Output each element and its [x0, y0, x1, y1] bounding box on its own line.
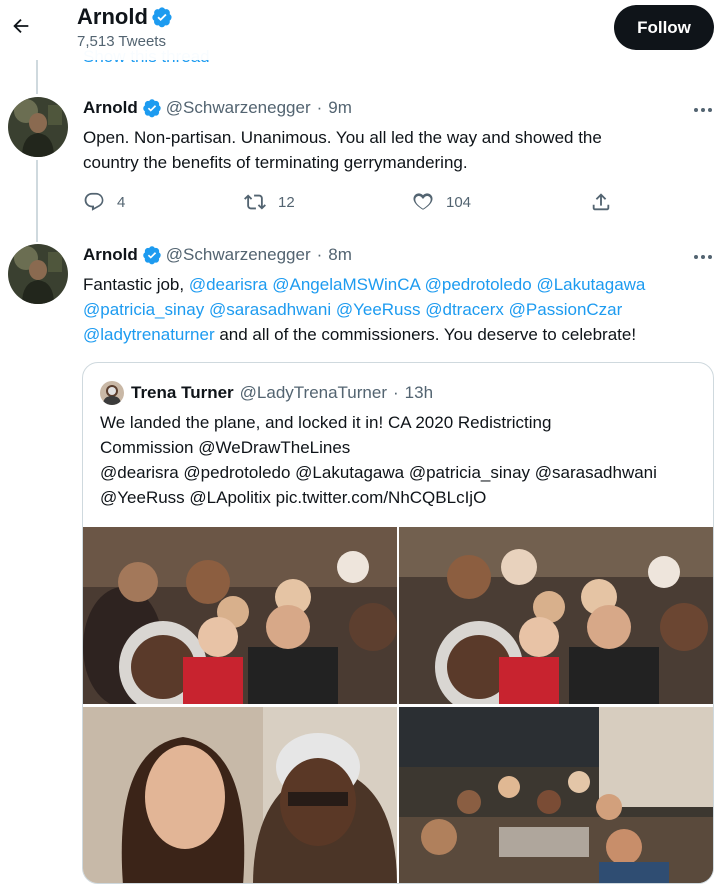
back-button[interactable] — [6, 8, 36, 44]
quoted-avatar — [100, 381, 124, 405]
quoted-tweet[interactable]: Trena Turner @LadyTrenaTurner · 13h We l… — [82, 362, 714, 884]
reply-icon — [84, 192, 104, 211]
tweet-header: Arnold @Schwarzenegger · 8m — [83, 245, 352, 265]
avatar[interactable] — [8, 97, 68, 157]
quoted-tweet-text: We landed the plane, and locked it in! C… — [100, 410, 700, 510]
author-name[interactable]: Arnold — [83, 245, 138, 265]
tweet-timestamp[interactable]: 8m — [328, 245, 352, 265]
retweet-button[interactable]: 12 — [244, 191, 295, 213]
quoted-text-line: Commission @WeDrawTheLines — [100, 438, 351, 457]
quoted-text-line: @dearisra @pedrotoledo @Lakutagawa @patr… — [100, 463, 657, 482]
selfie-photo[interactable] — [83, 707, 397, 883]
mention-link[interactable]: @sarasadhwani — [209, 300, 331, 319]
reply-count: 4 — [117, 193, 126, 211]
back-arrow-icon — [13, 18, 29, 34]
like-icon — [413, 193, 433, 210]
verified-badge-icon — [143, 99, 161, 118]
tweet-text: Fantastic job, @dearisra @AngelaMSWinCA … — [83, 272, 708, 347]
group-photo[interactable] — [399, 527, 713, 704]
tweet-text: Open. Non-partisan. Unanimous. You all l… — [83, 125, 703, 175]
more-icon — [694, 108, 698, 112]
tweet-text-line: Open. Non-partisan. Unanimous. You all l… — [83, 128, 602, 147]
reply-button[interactable]: 4 — [83, 191, 125, 213]
avatar[interactable] — [8, 244, 68, 304]
quoted-author-handle: @LadyTrenaTurner — [239, 383, 387, 402]
group-photo[interactable] — [83, 527, 397, 704]
share-button[interactable] — [590, 191, 612, 213]
verified-badge-icon — [152, 7, 172, 28]
more-options-button[interactable] — [690, 250, 716, 264]
thread-connector — [36, 160, 38, 242]
share-icon — [592, 193, 610, 211]
profile-name-text: Arnold — [77, 4, 148, 29]
author-name[interactable]: Arnold — [83, 98, 138, 118]
like-button[interactable]: 104 — [412, 191, 471, 213]
tweet-actions: 4 12 104 — [83, 191, 623, 217]
profile-name: Arnold — [77, 4, 173, 30]
tweet-text-line: @patricia_sinay @sarasadhwani @YeeRuss @… — [83, 297, 708, 322]
author-handle[interactable]: @Schwarzenegger — [166, 98, 311, 118]
dinner-photo[interactable] — [399, 707, 713, 883]
mention-link[interactable]: @pedrotoledo — [425, 275, 532, 294]
quoted-timestamp: 13h — [404, 383, 434, 402]
mention-link[interactable]: @Lakutagawa — [536, 275, 645, 294]
thread-connector-top — [36, 60, 38, 94]
tweet-header: Arnold @Schwarzenegger · 9m — [83, 98, 352, 118]
tweet-text-suffix: and all of the commissioners. You deserv… — [214, 325, 637, 344]
verified-badge-icon — [143, 246, 161, 265]
separator-dot: · — [316, 245, 323, 264]
tweet-timestamp[interactable]: 9m — [328, 98, 352, 118]
photo-grid — [83, 527, 713, 883]
mention-link[interactable]: @dtracerx — [425, 300, 504, 319]
mention-link[interactable]: @AngelaMSWinCA — [272, 275, 420, 294]
tweet-count: 7,513 Tweets — [77, 33, 166, 50]
more-icon — [694, 255, 698, 259]
quoted-text-line: @YeeRuss @LApolitix pic.twitter.com/NhCQ… — [100, 488, 487, 507]
retweet-count: 12 — [278, 193, 295, 211]
quoted-author-name: Trena Turner — [131, 383, 234, 402]
quoted-text-line: We landed the plane, and locked it in! C… — [100, 413, 552, 432]
quoted-tweet-header: Trena Turner @LadyTrenaTurner · 13h — [100, 381, 433, 405]
tweet-text-prefix: Fantastic job, — [83, 275, 189, 294]
tweet-text-line: Fantastic job, @dearisra @AngelaMSWinCA … — [83, 272, 708, 297]
mention-link[interactable]: @dearisra — [189, 275, 268, 294]
tweet-text-line: country the benefits of terminating gerr… — [83, 153, 468, 172]
follow-button[interactable]: Follow — [614, 5, 714, 50]
separator-dot: · — [316, 98, 323, 117]
profile-header: Arnold 7,513 Tweets Follow — [0, 0, 728, 60]
mention-link[interactable]: @ladytrenaturner — [83, 325, 215, 344]
tweet-text-line: @ladytrenaturner and all of the commissi… — [83, 322, 708, 347]
retweet-icon — [244, 194, 266, 210]
separator-dot: · — [393, 383, 399, 402]
like-count: 104 — [446, 193, 472, 211]
author-handle[interactable]: @Schwarzenegger — [166, 245, 311, 265]
more-options-button[interactable] — [690, 103, 716, 117]
mention-link[interactable]: @YeeRuss — [336, 300, 421, 319]
mention-link[interactable]: @PassionCzar — [509, 300, 623, 319]
mention-link[interactable]: @patricia_sinay — [83, 300, 204, 319]
